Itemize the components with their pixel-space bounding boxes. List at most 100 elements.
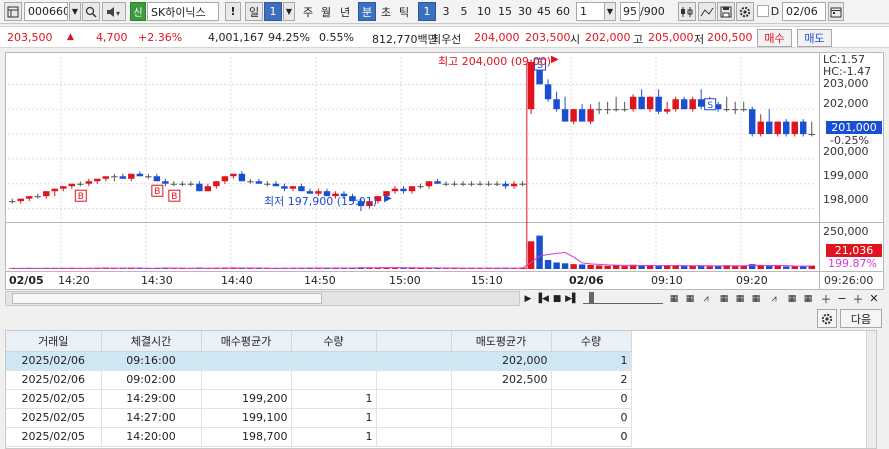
alert-button[interactable]: ! [225, 2, 241, 21]
grid-view-icon[interactable]: ▦ [785, 291, 799, 306]
table-row[interactable]: 2025/02/06 09:02:00 202,500 2 [6, 370, 632, 390]
grid-view-icon[interactable]: ▦ [683, 291, 697, 306]
plus-icon[interactable]: ＋ [851, 291, 865, 306]
zoom-slider-handle[interactable] [589, 292, 594, 304]
interval-60[interactable]: 60 [553, 2, 573, 21]
volume-bar [800, 266, 807, 269]
candle-body [451, 183, 458, 185]
save-icon[interactable] [717, 2, 735, 21]
column-header[interactable]: 매수평균가 [201, 331, 292, 352]
stock-code-dropdown[interactable]: ▼ [69, 2, 81, 21]
interval-dropdown[interactable]: ▼ [604, 2, 616, 21]
candle-settings-icon[interactable] [678, 2, 696, 21]
trendline-icon[interactable] [698, 2, 716, 21]
gear-icon[interactable] [736, 2, 754, 21]
scroll-thumb[interactable] [12, 293, 322, 304]
speaker-icon[interactable]: ▾ [102, 2, 126, 21]
period-daily-button[interactable]: 일 [245, 2, 263, 21]
candle-body [731, 109, 739, 111]
calendar-icon[interactable] [828, 2, 844, 21]
horizontal-scrollbar[interactable] [5, 291, 520, 306]
date-input[interactable]: 02/06 [782, 2, 826, 21]
stop-icon[interactable]: ■ [550, 291, 564, 306]
buy-button[interactable]: 매수 [757, 29, 792, 47]
price-change-pct: +2.36% [138, 31, 183, 44]
scroll-right-icon[interactable]: ▶ [521, 291, 535, 306]
sell-button[interactable]: 매도 [797, 29, 832, 47]
interval-45[interactable]: 45 [534, 2, 554, 21]
line-chart-icon[interactable]: ⩘ [699, 291, 713, 306]
column-header[interactable]: 체결시간 [101, 331, 202, 352]
grid-view-icon[interactable]: ▦ [801, 291, 815, 306]
column-header[interactable]: 매도평균가 [451, 331, 552, 352]
interval-15[interactable]: 15 [495, 2, 515, 21]
skip-end-icon[interactable]: ▶▌ [565, 291, 579, 306]
candle-body [85, 181, 93, 184]
open-price: 202,000 [585, 31, 631, 44]
interval-30[interactable]: 30 [515, 2, 535, 21]
yearly-button[interactable]: 년 [337, 2, 353, 21]
price-chart[interactable]: BBBSS 최고 204,000 (09:00) ▶ 최저 197,900 (1… [5, 52, 884, 290]
period-daily-value[interactable]: 1 [264, 2, 282, 21]
interval-10[interactable]: 10 [474, 2, 494, 21]
candle-body [196, 183, 203, 192]
best-quote-label: 최우선 [431, 33, 462, 46]
table-row[interactable]: 2025/02/05 14:29:00 199,200 1 0 [6, 389, 632, 409]
column-header[interactable] [376, 331, 452, 352]
signal-label: B [154, 187, 160, 197]
count-total: /900 [640, 5, 665, 18]
table-row[interactable]: 2025/02/06 09:16:00 202,000 1 [6, 351, 632, 371]
volume-bar [638, 265, 645, 269]
tick-button[interactable]: 틱 [396, 2, 412, 21]
monthly-button[interactable]: 월 [318, 2, 334, 21]
column-header[interactable]: 수량 [551, 331, 632, 352]
volume-current-label: 21,036 [826, 244, 882, 257]
candle-body [221, 176, 229, 182]
zoom-in-icon[interactable]: ＋ [819, 291, 833, 306]
stock-code-input[interactable]: 000660 [24, 2, 68, 21]
interval-3[interactable]: 3 [438, 2, 454, 21]
layout-icon[interactable] [4, 2, 22, 21]
second-button[interactable]: 초 [378, 2, 394, 21]
table-row[interactable]: 2025/02/05 14:20:00 198,700 1 0 [6, 427, 632, 447]
candle-body [442, 183, 450, 185]
vertical-scrollbar[interactable] [866, 331, 876, 448]
column-header[interactable]: 수량 [291, 331, 377, 352]
candle-body [102, 176, 110, 179]
stock-name-field[interactable]: SK하이닉스 [147, 2, 219, 21]
minute-button[interactable]: 분 [358, 2, 376, 21]
close-icon[interactable]: ✕ [867, 291, 881, 306]
grid-view-icon[interactable]: ▦ [749, 291, 763, 306]
candle-body [77, 183, 84, 185]
period-dropdown[interactable]: ▼ [283, 2, 295, 21]
grid-view-icon[interactable]: ▦ [717, 291, 731, 306]
candle-body [153, 176, 161, 182]
volume-bar [680, 266, 688, 269]
table-row[interactable]: 2025/02/05 14:27:00 199,100 1 0 [6, 408, 632, 428]
zoom-out-icon[interactable]: − [835, 291, 849, 306]
interval-1[interactable]: 1 [418, 2, 436, 21]
gear-icon[interactable] [817, 309, 837, 328]
candle-body [17, 198, 24, 202]
date-checkbox[interactable] [757, 5, 769, 17]
candle-body [459, 183, 467, 185]
magnifier-icon[interactable] [82, 2, 100, 21]
column-header[interactable]: 거래일 [6, 331, 102, 352]
skip-start-icon[interactable]: ▐◀ [535, 291, 549, 306]
volume-ma-line [12, 251, 812, 269]
volume-bar [748, 264, 756, 269]
signal-label: S [707, 101, 713, 111]
chart-navigator: ▶ ▐◀ ■ ▶▌ ▦ ▦ ⩘ ▦ ▦ ▦ ⩘ ▦ ▦ ＋ − ＋ ✕ [5, 291, 884, 307]
grid-view-icon[interactable]: ▦ [667, 291, 681, 306]
next-button[interactable]: 다음 [840, 309, 882, 328]
weekly-button[interactable]: 주 [300, 2, 316, 21]
zoom-slider[interactable] [583, 292, 663, 304]
candle-body [791, 121, 798, 135]
count-input[interactable]: 95 [620, 2, 640, 21]
table-cell: 2025/02/05 [6, 427, 102, 447]
price-tick: 198,000 [823, 193, 869, 206]
interval-5[interactable]: 5 [456, 2, 472, 21]
line-chart-icon[interactable]: ⩘ [767, 291, 781, 306]
price-tick: 202,000 [823, 97, 869, 110]
grid-view-icon[interactable]: ▦ [733, 291, 747, 306]
